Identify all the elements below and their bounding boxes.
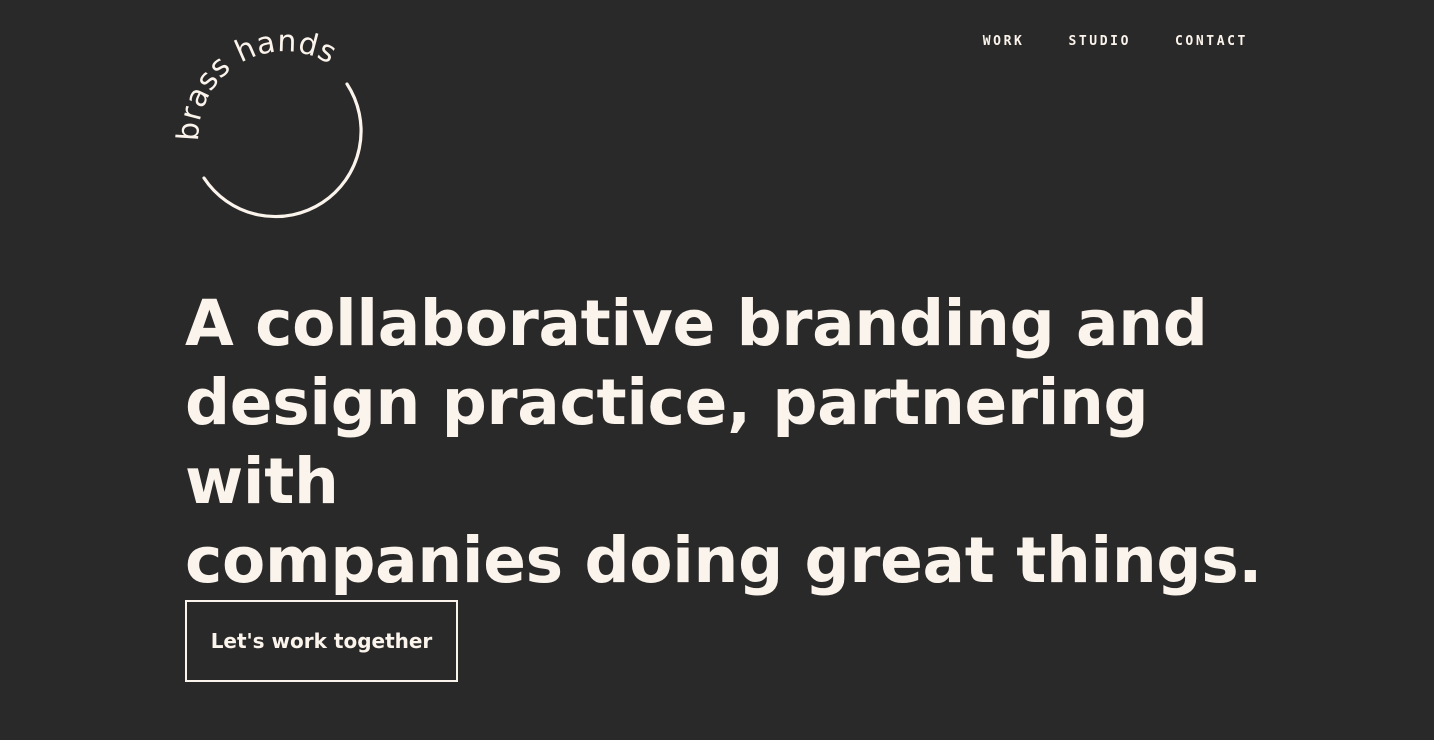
brass-hands-logo-icon: brass hands: [171, 24, 363, 219]
nav-link-studio[interactable]: STUDIO: [1068, 34, 1131, 50]
logo-circle: [202, 82, 363, 219]
logo-wordmark: brass hands: [171, 24, 342, 142]
main-nav: WORK STUDIO CONTACT: [983, 34, 1248, 50]
nav-link-work[interactable]: WORK: [983, 34, 1025, 50]
hero-headline: A collaborative branding and design prac…: [185, 287, 1263, 597]
brand-logo[interactable]: brass hands: [171, 24, 368, 219]
nav-link-contact[interactable]: CONTACT: [1175, 34, 1248, 50]
lets-work-together-button[interactable]: Let's work together: [185, 600, 458, 682]
